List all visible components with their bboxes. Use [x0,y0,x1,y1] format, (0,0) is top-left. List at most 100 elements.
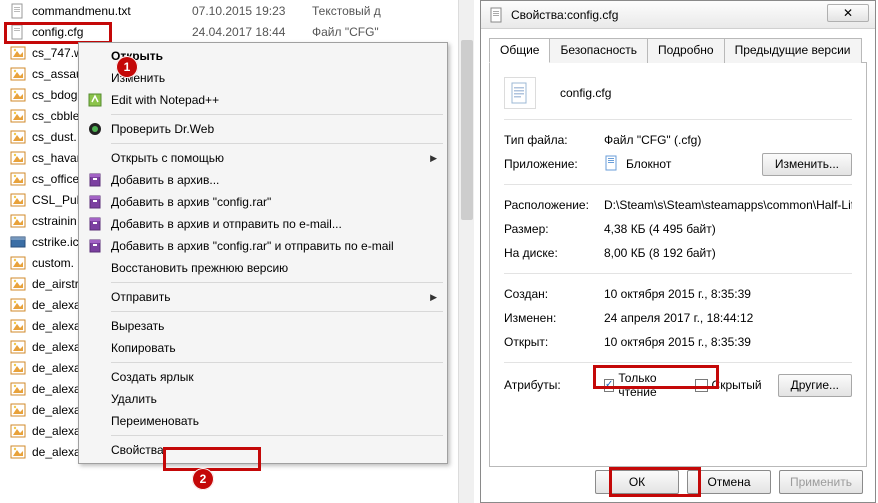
context-menu: ОткрытьИзменитьEdit with Notepad++Провер… [78,42,448,464]
label-modified: Изменен: [504,311,604,325]
label-attributes: Атрибуты: [504,378,604,392]
rar-icon [87,172,103,188]
menu-item[interactable]: Переименовать [81,410,445,432]
rar-icon [87,216,103,232]
menu-item-label: Добавить в архив "config.rar" [111,195,271,209]
menu-separator [111,114,443,115]
readonly-checkbox-wrap[interactable]: Только чтение [604,371,679,399]
value-accessed: 10 октября 2015 г., 8:35:39 [604,335,852,349]
menu-separator [111,282,443,283]
value-size: 4,38 КБ (4 495 байт) [604,222,852,236]
menu-item[interactable]: Вырезать [81,315,445,337]
menu-item-label: Восстановить прежнюю версию [111,261,288,275]
value-created: 10 октября 2015 г., 8:35:39 [604,287,852,301]
file-icon [10,129,26,145]
file-type: Текстовый д [312,4,467,18]
close-icon: ✕ [843,6,853,20]
label-created: Создан: [504,287,604,301]
hidden-label: Скрытый [712,378,762,392]
file-icon [10,381,26,397]
menu-item-label: Edit with Notepad++ [111,93,219,107]
menu-item[interactable]: Проверить Dr.Web [81,118,445,140]
menu-item-label: Добавить в архив "config.rar" и отправит… [111,239,394,253]
rar-icon [87,194,103,210]
apply-button[interactable]: Применить [779,470,863,494]
file-icon [10,318,26,334]
menu-item[interactable]: Отправить ▶ [81,286,445,308]
label-file-type: Тип файла: [504,133,604,147]
file-row[interactable]: commandmenu.txt07.10.2015 19:23Текстовый… [0,0,467,21]
file-icon [10,339,26,355]
file-icon [10,45,26,61]
menu-item[interactable]: Открыть с помощью ▶ [81,147,445,169]
readonly-checkbox[interactable] [604,379,614,392]
menu-item[interactable]: Восстановить прежнюю версию [81,257,445,279]
label-location: Расположение: [504,198,604,212]
rar-icon [87,238,103,254]
readonly-label: Только чтение [618,371,678,399]
menu-item[interactable]: Edit with Notepad++ [81,89,445,111]
filename-input[interactable] [556,82,796,104]
value-location: D:\Steam\s\Steam\steamapps\common\Half-L… [604,198,852,212]
ok-button[interactable]: ОК [595,470,679,494]
menu-item[interactable]: Добавить в архив "config.rar" [81,191,445,213]
tabs: Общие Безопасность Подробно Предыдущие в… [489,37,867,63]
label-size: Размер: [504,222,604,236]
menu-item[interactable]: Добавить в архив... [81,169,445,191]
cancel-button[interactable]: Отмена [687,470,771,494]
menu-separator [111,143,443,144]
menu-item-label: Создать ярлык [111,370,194,384]
file-icon [10,66,26,82]
properties-dialog: Свойства: config.cfg ✕ Общие Безопасност… [480,0,876,503]
submenu-arrow-icon: ▶ [430,153,437,164]
file-row[interactable]: config.cfg24.04.2017 18:44Файл "CFG" [0,21,467,42]
value-app: Блокнот [626,157,671,171]
label-app: Приложение: [504,157,604,171]
menu-separator [111,435,443,436]
value-file-type: Файл "CFG" (.cfg) [604,133,852,147]
dialog-titlebar: Свойства: config.cfg ✕ [481,1,875,29]
tab-body-general: Тип файла: Файл "CFG" (.cfg) Приложение:… [489,63,867,467]
tab-security[interactable]: Безопасность [549,38,648,63]
menu-separator [111,362,443,363]
file-name: config.cfg [32,25,192,39]
tab-general[interactable]: Общие [489,38,550,63]
menu-item-label: Переименовать [111,414,199,428]
menu-item-label: Вырезать [111,319,164,333]
file-date: 24.04.2017 18:44 [192,25,312,39]
file-icon [10,402,26,418]
other-attributes-button[interactable]: Другие... [778,374,852,397]
menu-item-label: Отправить [111,290,171,304]
menu-item-label: Проверить Dr.Web [111,122,214,136]
change-app-button[interactable]: Изменить... [762,153,852,176]
label-ondisk: На диске: [504,246,604,260]
hidden-checkbox[interactable] [695,379,708,392]
file-icon [10,213,26,229]
file-icon [10,87,26,103]
close-button[interactable]: ✕ [827,4,869,22]
callout-1: 1 [116,56,138,78]
menu-item[interactable]: Создать ярлык [81,366,445,388]
menu-item-label: Свойства [111,443,164,457]
hidden-checkbox-wrap[interactable]: Скрытый [695,378,762,392]
file-icon [10,360,26,376]
menu-item-label: Копировать [111,341,176,355]
menu-item[interactable]: Добавить в архив "config.rar" и отправит… [81,235,445,257]
menu-item-label: Открыть с помощью [111,151,224,165]
menu-item[interactable]: Добавить в архив и отправить по e-mail..… [81,213,445,235]
file-icon [10,423,26,439]
scrollbar[interactable] [458,0,474,503]
file-icon [10,297,26,313]
app-icon [604,155,620,174]
tab-previous-versions[interactable]: Предыдущие версии [724,38,862,63]
scrollbar-thumb[interactable] [461,40,473,220]
menu-item[interactable]: Копировать [81,337,445,359]
file-icon [10,192,26,208]
value-modified: 24 апреля 2017 г., 18:44:12 [604,311,852,325]
menu-item[interactable]: Удалить [81,388,445,410]
submenu-arrow-icon: ▶ [430,292,437,303]
file-name: commandmenu.txt [32,4,192,18]
menu-item[interactable]: Свойства [81,439,445,461]
value-ondisk: 8,00 КБ (8 192 байт) [604,246,852,260]
tab-details[interactable]: Подробно [647,38,725,63]
